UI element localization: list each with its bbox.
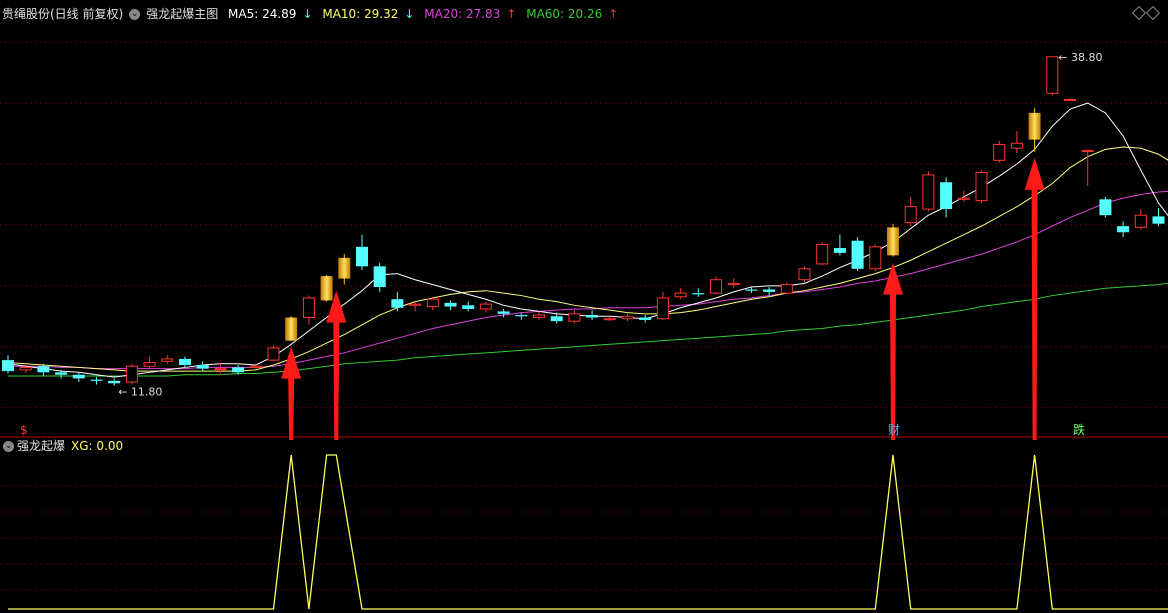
up-candle xyxy=(798,268,811,281)
down-candle xyxy=(391,299,404,308)
up-candle xyxy=(426,298,439,308)
up-candle xyxy=(674,292,687,298)
high-label: ← 38.80 xyxy=(1058,51,1102,64)
signal-candle xyxy=(1028,112,1041,140)
up-candle xyxy=(533,314,545,318)
up-candle xyxy=(1081,150,1094,153)
down-candle xyxy=(108,380,121,384)
down-candle xyxy=(1152,216,1165,224)
up-candle xyxy=(869,246,882,270)
down-candle xyxy=(90,379,103,381)
marker-s: $ xyxy=(20,423,28,437)
up-candle xyxy=(727,282,740,286)
down-candle xyxy=(497,311,510,314)
up-candle xyxy=(143,362,156,367)
ma5-value: MA5: 24.89 ↓ xyxy=(228,7,313,21)
down-candle xyxy=(356,246,368,267)
up-candle xyxy=(603,318,616,321)
down-candle xyxy=(179,358,191,365)
sub-chart-header: ⌄ 强龙起爆 XG: 0.00 xyxy=(0,437,123,455)
down-candle xyxy=(833,248,846,253)
xg-value: XG: 0.00 xyxy=(71,439,124,453)
up-candle xyxy=(621,315,634,320)
up-candle xyxy=(1134,214,1147,228)
up-candle xyxy=(479,303,492,310)
down-candle xyxy=(444,302,457,307)
ma10-line xyxy=(7,146,1168,372)
marker-die: 跌 xyxy=(1073,422,1085,437)
up-candle xyxy=(214,368,227,371)
down-candle xyxy=(373,266,386,288)
signal-candle xyxy=(320,276,333,301)
down-candle xyxy=(940,182,953,210)
signal-arrow xyxy=(326,290,347,440)
indicator-name[interactable]: 强龙起爆主图 xyxy=(146,7,218,21)
signal-arrow xyxy=(883,262,903,440)
ma10-value: MA10: 29.32 ↓ xyxy=(322,7,415,21)
main-chart-header: 贵绳股份(日线 前复权) ⌄ 强龙起爆主图 MA5: 24.89 ↓ MA10: 29… xyxy=(0,0,1168,28)
candlestick-chart: ← 38.80 ← 11.80 $ 财 跌 xyxy=(0,41,1168,610)
down-candle xyxy=(1099,199,1112,216)
up-candle xyxy=(1010,142,1023,149)
down-candle xyxy=(851,240,864,269)
down-candle xyxy=(586,315,599,318)
down-candle xyxy=(72,374,85,379)
down-candle xyxy=(692,293,705,295)
down-candle xyxy=(763,289,776,292)
up-candle xyxy=(267,347,280,361)
ma20-value: MA20: 27.83 ↑ xyxy=(424,7,517,21)
signal-candle xyxy=(887,227,899,256)
up-candle xyxy=(656,297,669,320)
down-candle xyxy=(37,366,50,373)
down-candle xyxy=(2,360,14,372)
down-candle xyxy=(1117,226,1130,233)
down-candle xyxy=(515,315,528,317)
up-candle xyxy=(568,313,581,322)
ma20-line xyxy=(8,190,1168,370)
signal-candle xyxy=(285,317,298,341)
up-candle xyxy=(19,366,32,371)
up-candle xyxy=(249,365,262,368)
down-candle xyxy=(55,372,68,375)
signal-arrow xyxy=(281,346,302,440)
down-candle xyxy=(462,305,475,309)
up-candle xyxy=(816,243,829,265)
up-candle xyxy=(125,365,138,383)
up-candle xyxy=(1064,98,1076,101)
up-candle xyxy=(993,144,1006,161)
up-candle xyxy=(975,172,988,202)
up-candle xyxy=(161,358,174,362)
up-candle xyxy=(780,284,793,294)
sub-indicator-name[interactable]: 强龙起爆 xyxy=(17,439,65,453)
ma60-value: MA60: 20.26 ↑ xyxy=(526,7,619,21)
down-candle xyxy=(232,367,245,373)
down-candle xyxy=(196,365,209,369)
up-candle xyxy=(710,279,722,294)
up-candle xyxy=(922,174,935,210)
stock-title[interactable]: 贵绳股份(日线 前复权) xyxy=(2,7,123,21)
down-candle xyxy=(639,317,652,320)
down-candle xyxy=(550,316,563,322)
up-candle xyxy=(957,197,970,200)
xg-line xyxy=(8,454,1168,610)
signal-candle xyxy=(338,257,351,279)
up-candle xyxy=(409,303,422,306)
down-candle xyxy=(745,289,758,291)
dropdown-icon[interactable]: ⌄ xyxy=(3,441,14,452)
dropdown-icon[interactable]: ⌄ xyxy=(129,9,141,20)
up-candle xyxy=(1046,56,1059,94)
up-candle xyxy=(904,206,917,223)
marker-cai: 财 xyxy=(888,423,900,437)
up-candle xyxy=(302,297,315,318)
low-label: ← 11.80 xyxy=(118,386,162,399)
